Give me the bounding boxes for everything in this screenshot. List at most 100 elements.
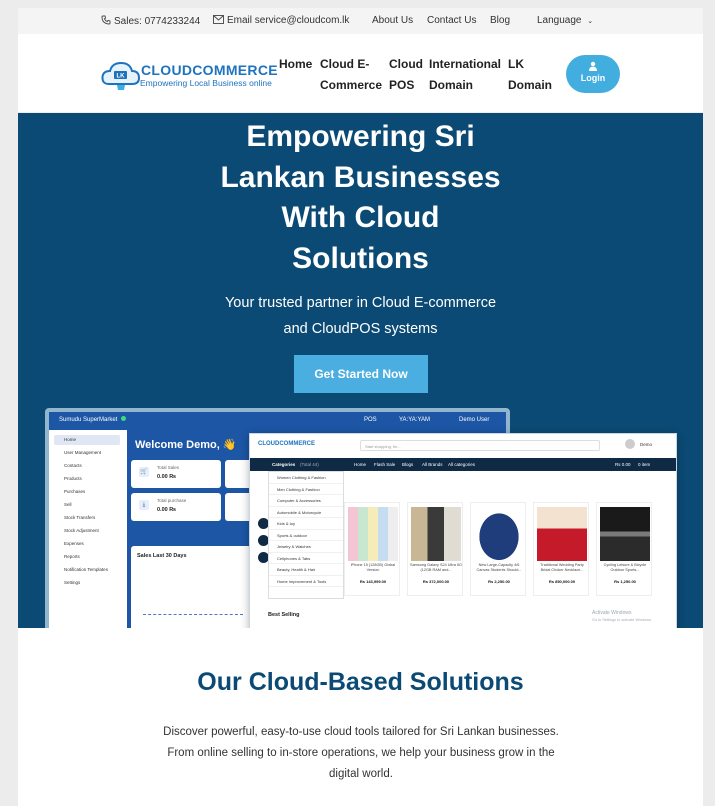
sales-phone-link[interactable]: Sales: 0774233244 <box>101 15 200 27</box>
nav-cloud-pos-line1: Cloud <box>389 57 423 71</box>
card-value: 0.00 ₨ <box>157 474 176 480</box>
product-name: Cycling Leisure & Bicycle Outdoor Sports… <box>603 563 647 572</box>
category-menu: Women Clothing & Fashion Men Clothing & … <box>268 471 344 599</box>
product-name: iPhone 15 (128GB) Global Version <box>350 563 396 572</box>
top-contact-bar: Sales: 0774233244 Email service@cloudcom… <box>18 8 703 34</box>
nav-cloud-ecommerce-line2: Commerce <box>320 78 383 92</box>
store-user: Demo <box>640 442 653 447</box>
about-us-link[interactable]: About Us <box>372 15 413 26</box>
product-card: iPhone 15 (128GB) Global Version Rs 143,… <box>344 502 400 596</box>
dashboard-store-name: Sumudu SuperMarket <box>59 417 118 423</box>
card-label: Total Sales <box>157 465 180 470</box>
dashboard-sidebar: Home User Management Contacts Products P… <box>49 430 127 628</box>
store-cart-items: 0 item <box>638 462 651 467</box>
product-card: New Large-Capacity 4/6 Canvas Students S… <box>470 502 526 596</box>
logo-brand: CLOUDCOMMERCE <box>141 62 278 78</box>
download-icon: ⤓ <box>139 500 149 510</box>
cart-icon: 🛒 <box>139 467 149 477</box>
product-price: Rs 850,000.00 <box>548 579 576 584</box>
store-cart-total: Rs 0.00 <box>615 462 631 467</box>
login-button[interactable]: Login <box>566 55 620 93</box>
category-item: Kids & toy <box>269 518 343 530</box>
hero-title: Empowering Sri Lankan Businesses With Cl… <box>178 117 543 279</box>
cloud-logo-icon: LK <box>101 61 141 90</box>
hero-subtitle-line: Your trusted partner in Cloud E-commerce <box>224 295 497 311</box>
nav-cloud-ecommerce[interactable]: Cloud E- Commerce <box>320 54 382 96</box>
dashboard-user: Demo User <box>459 417 490 423</box>
contact-us-link[interactable]: Contact Us <box>427 15 476 26</box>
product-image <box>600 507 650 561</box>
hero-title-line: Empowering Sri <box>246 120 475 153</box>
solutions-section: Our Cloud-Based Solutions Discover power… <box>18 668 703 780</box>
product-image <box>348 507 398 561</box>
dashboard-menu-item: Home <box>54 435 120 445</box>
store-preview: CLOUDCOMMERCE Start shopping, fin... Dem… <box>249 433 677 628</box>
nav-lk-domain[interactable]: LK Domain <box>508 54 552 96</box>
store-navbar: Categories (Total 44) Home Flash Sale Bl… <box>250 458 676 471</box>
watermark-subtitle: Go to Settings to activate Windows. <box>592 618 652 622</box>
hero-subtitle-line: and CloudPOS systems <box>283 321 438 337</box>
hero-section: Empowering Sri Lankan Businesses With Cl… <box>18 113 703 628</box>
store-header: CLOUDCOMMERCE Start shopping, fin... Dem… <box>250 434 676 458</box>
solutions-line: digital world. <box>329 768 393 780</box>
avatar <box>625 439 635 449</box>
solutions-line: From online selling to in-store operatio… <box>167 747 555 759</box>
nav-cloud-pos[interactable]: Cloud POS <box>389 54 423 96</box>
sales-chart-panel: Sales Last 30 Days <box>131 546 251 628</box>
language-selector[interactable]: Language ⌄ <box>537 15 593 26</box>
logo-tagline: Empowering Local Business online <box>140 78 272 88</box>
email-link[interactable]: Email service@cloudcom.lk <box>213 15 349 26</box>
watermark-title: Activate Windows <box>592 610 632 616</box>
dashboard-menu-item: Stock Adjustment <box>64 528 99 533</box>
online-dot-icon <box>121 416 126 421</box>
dashboard-menu-item: Stock Transfers <box>64 515 96 520</box>
nav-lk-domain-line2: Domain <box>508 78 553 92</box>
hero-title-line: Lankan Businesses <box>220 160 501 194</box>
total-purchase-card: ⤓ Total purchase 0.00 ₨ <box>131 493 221 521</box>
card-label: Total purchase <box>157 498 187 503</box>
category-item: Cellphones & Tabs <box>269 553 343 564</box>
product-image <box>411 507 461 561</box>
page: Sales: 0774233244 Email service@cloudcom… <box>18 8 703 806</box>
nav-home[interactable]: Home <box>279 54 312 75</box>
dashboard-menu-item: Sell <box>64 502 72 507</box>
product-price: Rs 2,250.00 <box>488 579 510 584</box>
dashboard-pos: POS <box>364 417 377 423</box>
nav-international-domain-line2: Domain <box>429 78 474 92</box>
product-card: Cycling Leisure & Bicycle Outdoor Sports… <box>596 502 652 596</box>
category-item: Sports & outdoor <box>269 530 343 541</box>
email-text: Email service@cloudcom.lk <box>227 15 350 26</box>
get-started-button[interactable]: Get Started Now <box>294 355 428 393</box>
store-nav-item: All Brands <box>422 462 443 467</box>
logo-badge: LK <box>117 74 126 80</box>
product-price: Rs 372,000.00 <box>422 579 450 584</box>
solutions-title: Our Cloud-Based Solutions <box>197 668 524 696</box>
dashboard-time: YA:YA:YAM <box>399 417 431 423</box>
product-price: Rs 143,999.00 <box>359 579 387 584</box>
category-item: Automobile & Motorcycle <box>269 507 343 518</box>
store-nav-item: Home <box>354 462 367 467</box>
categories-label: Categories <box>272 462 296 467</box>
main-navbar: LK CLOUDCOMMERCE Empowering Local Busine… <box>18 34 703 113</box>
phone-icon <box>101 15 111 25</box>
nav-cloud-ecommerce-line1: Cloud E- <box>320 57 370 71</box>
site-logo[interactable]: LK CLOUDCOMMERCE Empowering Local Busine… <box>101 58 278 94</box>
hero-subtitle: Your trusted partner in Cloud E-commerce… <box>178 290 543 342</box>
blog-link[interactable]: Blog <box>490 15 510 26</box>
nav-international-domain[interactable]: International Domain <box>429 54 501 96</box>
login-label: Login <box>580 73 606 83</box>
nav-cloud-pos-line2: POS <box>389 78 415 92</box>
product-card: Traditional Wedding Party Bridal Choker … <box>533 502 589 596</box>
product-image <box>537 507 587 561</box>
sales-chart-title: Sales Last 30 Days <box>137 553 187 559</box>
hero-title-line: With Cloud <box>281 201 440 234</box>
categories-count: (Total 44) <box>300 462 319 467</box>
nav-international-domain-line1: International <box>429 57 502 71</box>
product-name: Samsung Galaxy S24 Ultra 5G (12GB RAM an… <box>410 563 462 572</box>
dashboard-topbar: Sumudu SuperMarket POS YA:YA:YAM Demo Us… <box>49 412 506 430</box>
store-nav-item: Blogs <box>402 462 414 467</box>
product-card: Samsung Galaxy S24 Ultra 5G (12GB RAM an… <box>407 502 463 596</box>
dashboard-menu-item: Settings <box>64 580 81 585</box>
store-nav-item: All categories <box>448 462 476 467</box>
envelope-icon <box>213 15 224 24</box>
